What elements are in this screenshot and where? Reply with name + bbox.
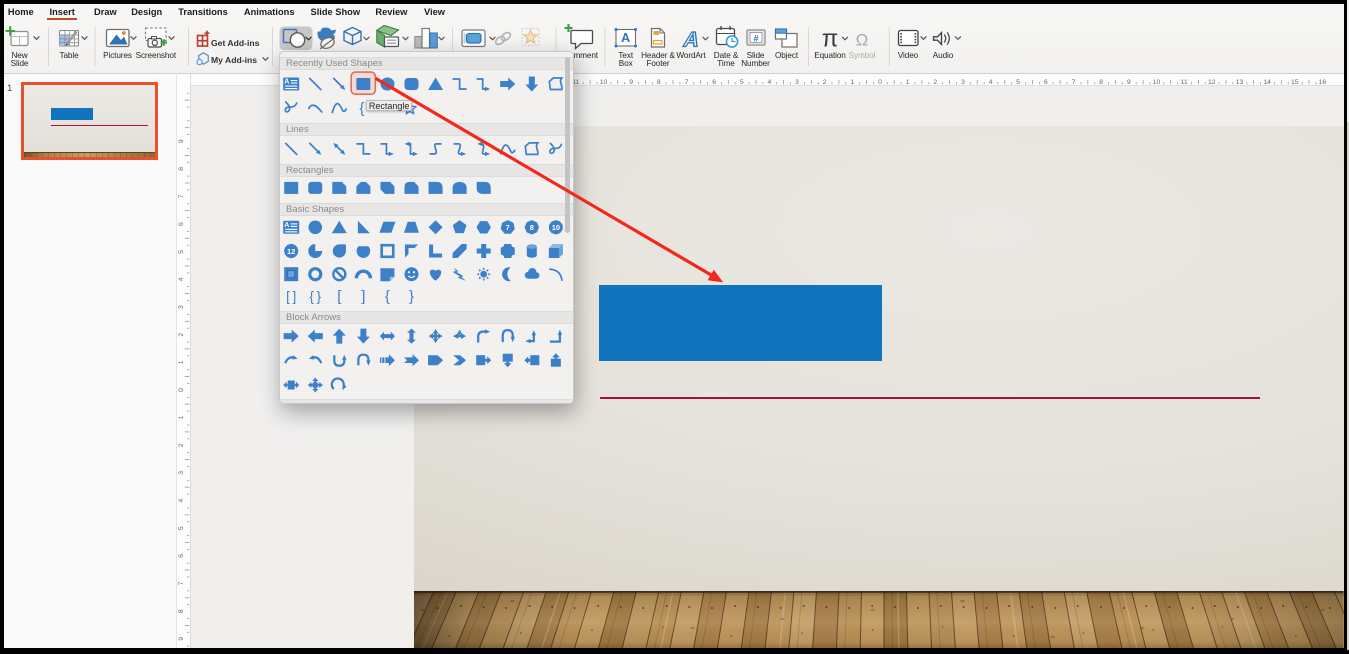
svg-text:6: 6 bbox=[1044, 79, 1048, 86]
svg-text:0: 0 bbox=[878, 79, 882, 86]
svg-text:11: 11 bbox=[1181, 79, 1188, 86]
svg-text:2: 2 bbox=[178, 333, 185, 337]
svg-text:{: { bbox=[359, 100, 364, 117]
svg-text:5: 5 bbox=[178, 526, 185, 530]
svg-text:3: 3 bbox=[795, 79, 799, 86]
svg-text:1: 1 bbox=[178, 415, 185, 419]
svg-text:A: A bbox=[681, 28, 702, 52]
svg-text:8: 8 bbox=[530, 223, 534, 232]
svg-text:]: ] bbox=[361, 288, 365, 305]
svg-text:8: 8 bbox=[178, 167, 185, 171]
svg-text:9: 9 bbox=[178, 139, 185, 143]
svg-text:15: 15 bbox=[1291, 79, 1299, 86]
svg-text:3: 3 bbox=[178, 471, 185, 475]
svg-text:13: 13 bbox=[1236, 79, 1244, 86]
svg-text:9: 9 bbox=[178, 637, 185, 641]
svg-text:7: 7 bbox=[506, 223, 510, 232]
svg-text:8: 8 bbox=[1099, 79, 1103, 86]
svg-text:[: [ bbox=[337, 288, 342, 305]
svg-text:8: 8 bbox=[657, 79, 661, 86]
svg-text:14: 14 bbox=[1263, 79, 1271, 86]
svg-text:16: 16 bbox=[1319, 79, 1327, 86]
svg-text:A: A bbox=[284, 79, 289, 86]
svg-text:6: 6 bbox=[178, 222, 185, 226]
svg-text:2: 2 bbox=[933, 79, 937, 86]
svg-text:10: 10 bbox=[552, 223, 560, 232]
svg-text:7: 7 bbox=[1072, 79, 1076, 86]
svg-text:1: 1 bbox=[178, 360, 185, 364]
svg-text:5: 5 bbox=[1016, 79, 1020, 86]
svg-text:4: 4 bbox=[178, 498, 185, 502]
svg-text:7: 7 bbox=[685, 79, 689, 86]
svg-text:12: 12 bbox=[287, 247, 295, 256]
svg-text:4: 4 bbox=[989, 79, 993, 86]
svg-text:1: 1 bbox=[851, 79, 855, 86]
svg-text:12: 12 bbox=[1208, 79, 1216, 86]
svg-text:9: 9 bbox=[629, 79, 633, 86]
svg-text:3: 3 bbox=[961, 79, 965, 86]
svg-text:π: π bbox=[822, 26, 839, 53]
svg-text:7: 7 bbox=[178, 194, 185, 198]
svg-text:3: 3 bbox=[178, 305, 185, 309]
svg-text:8: 8 bbox=[178, 609, 185, 613]
svg-text:}: } bbox=[409, 288, 414, 305]
svg-text:{ }: { } bbox=[309, 289, 321, 304]
svg-text:6: 6 bbox=[712, 79, 716, 86]
svg-text:10: 10 bbox=[1153, 79, 1161, 86]
svg-text:2: 2 bbox=[823, 79, 827, 86]
svg-text:4: 4 bbox=[178, 277, 185, 281]
svg-text:A: A bbox=[284, 222, 289, 229]
svg-text:[ ]: [ ] bbox=[286, 289, 296, 304]
svg-text:A: A bbox=[621, 31, 630, 45]
svg-text:6: 6 bbox=[178, 554, 185, 558]
svg-text:1: 1 bbox=[906, 79, 910, 86]
svg-text:0: 0 bbox=[178, 388, 185, 392]
svg-text:7: 7 bbox=[178, 581, 185, 585]
svg-text:2: 2 bbox=[178, 443, 185, 447]
svg-text:5: 5 bbox=[740, 79, 744, 86]
svg-text:5: 5 bbox=[178, 250, 185, 254]
svg-text:10: 10 bbox=[600, 79, 608, 86]
svg-text:4: 4 bbox=[768, 79, 772, 86]
svg-text:{: { bbox=[385, 288, 390, 305]
svg-text:Ω: Ω bbox=[856, 31, 869, 50]
svg-text:#: # bbox=[753, 34, 759, 45]
svg-text:9: 9 bbox=[1127, 79, 1131, 86]
